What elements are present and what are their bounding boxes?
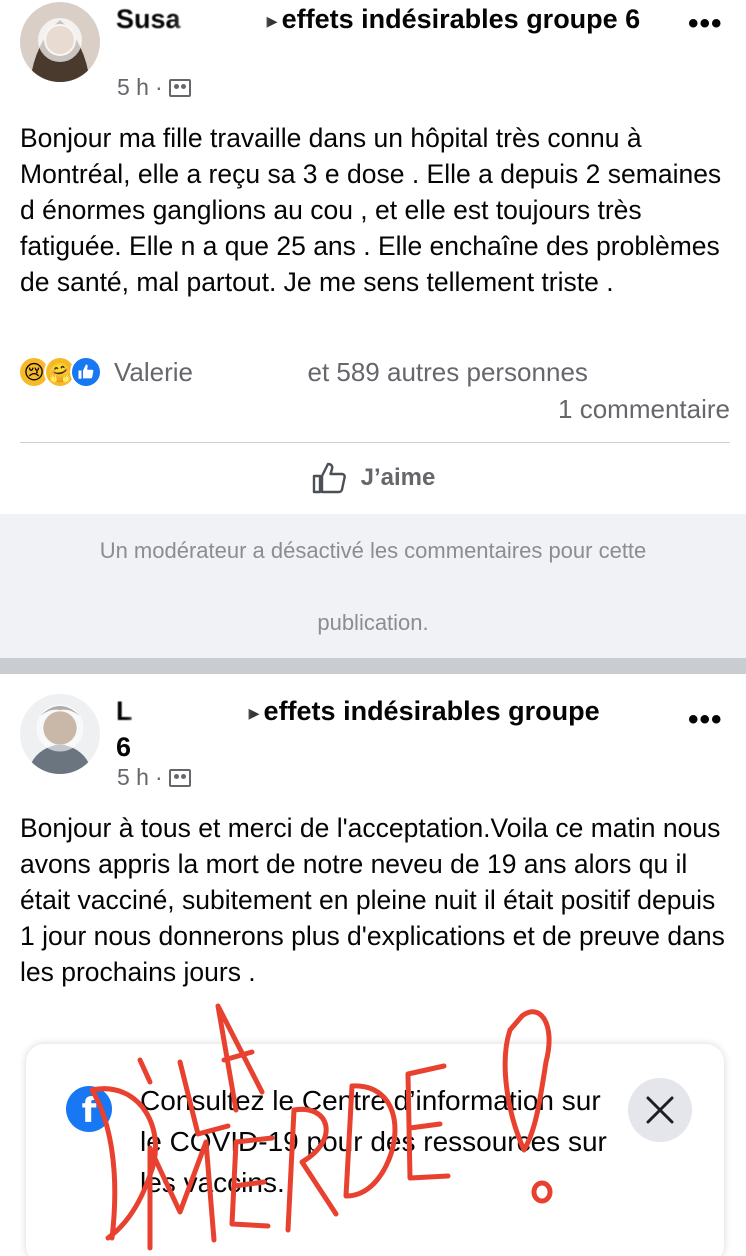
like-reaction-icon — [70, 356, 102, 388]
group-name-line2[interactable]: 6 — [116, 732, 131, 762]
like-button[interactable]: J’aime — [0, 458, 746, 498]
more-options-icon[interactable]: ••• — [688, 9, 723, 39]
chevron-right-icon: ▸ — [266, 8, 278, 33]
more-options-icon[interactable]: ••• — [688, 705, 723, 735]
comments-disabled-notice: Un modérateur a désactivé les commentair… — [0, 514, 746, 658]
post-body: Bonjour ma fille travaille dans un hôpit… — [20, 123, 722, 297]
group-name[interactable]: effets indésirables groupe 6 — [282, 4, 641, 34]
post-2: L ▸ effets indésirables groupe 6 ••• 5 h ·… — [0, 674, 746, 1256]
post-time[interactable]: 5 h — [117, 74, 149, 101]
reactions-text[interactable]: Valerie et 589 autres personnes — [114, 357, 588, 388]
post-1: Susa ▸ effets indésirables groupe 6 ••• 5 … — [0, 0, 746, 660]
avatar[interactable] — [20, 694, 100, 774]
like-label: J’aime — [360, 464, 436, 491]
redacted-surname — [200, 361, 301, 386]
post-header[interactable]: Susa ▸ effets indésirables groupe 6 — [116, 2, 676, 38]
group-audience-icon — [168, 768, 191, 787]
post-time[interactable]: 5 h — [117, 764, 149, 791]
moderation-text-line1: Un modérateur a désactivé les commentair… — [99, 538, 647, 563]
author-name[interactable]: Susa — [116, 4, 181, 34]
thumbs-up-icon — [312, 462, 346, 494]
moderation-text-line2: publication. — [317, 610, 429, 635]
facebook-icon: f — [66, 1086, 112, 1132]
comments-count[interactable]: 1 commentaire — [558, 394, 730, 425]
covid-info-banner[interactable]: f Consultez le Centre d’information sur … — [26, 1044, 724, 1256]
post-body: Bonjour à tous et merci de l'acceptation… — [20, 813, 725, 987]
close-icon — [646, 1096, 674, 1124]
covid-info-text[interactable]: Consultez le Centre d’information sur le… — [140, 1080, 610, 1203]
post-meta: 5 h · — [117, 74, 191, 101]
divider — [20, 442, 730, 443]
avatar[interactable] — [20, 2, 100, 82]
group-name-line1[interactable]: effets indésirables groupe — [264, 696, 600, 726]
close-banner-button[interactable] — [628, 1078, 692, 1142]
chevron-right-icon: ▸ — [248, 700, 260, 725]
feed-separator — [0, 658, 746, 674]
group-audience-icon — [168, 78, 191, 97]
author-name[interactable]: L — [116, 696, 133, 726]
post-header[interactable]: L ▸ effets indésirables groupe 6 — [116, 694, 676, 764]
redacted-name — [180, 7, 263, 34]
reactions-summary[interactable]: 😢 🤗 Valerie et 589 autres personnes — [18, 356, 588, 388]
redacted-name — [132, 699, 245, 726]
post-meta: 5 h · — [117, 764, 191, 791]
